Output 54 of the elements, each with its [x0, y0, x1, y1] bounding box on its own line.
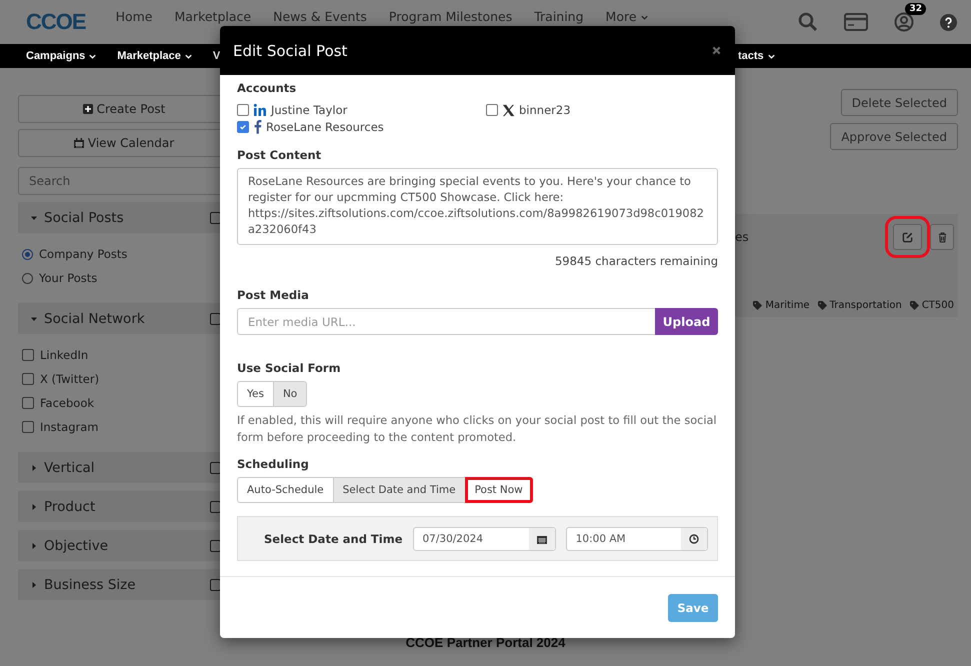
field-label: Accounts — [237, 81, 298, 95]
schedule-option-button[interactable]: Post Now — [464, 477, 533, 503]
subnav-link[interactable]: Campaigns — [26, 50, 98, 62]
save-button[interactable]: Save — [668, 594, 718, 622]
logo[interactable]: CCOE — [26, 9, 86, 35]
character-counter: 59845 characters remaining — [554, 254, 718, 268]
nav-link[interactable]: Home — [116, 10, 152, 24]
action-button[interactable]: Delete Selected — [840, 89, 958, 116]
field-label: Post Media — [237, 288, 310, 302]
time-field[interactable]: 10:00 AM — [566, 526, 708, 550]
field-label: Select Date and Time — [264, 532, 402, 546]
notification-badge: 32 — [905, 3, 926, 15]
section-title: Social Posts — [44, 210, 124, 226]
toggle-button[interactable]: No — [272, 381, 308, 407]
nav-link[interactable]: Program Milestones — [388, 10, 512, 24]
schedule-option-button[interactable]: Select Date and Time — [332, 477, 466, 503]
toggle-button[interactable]: Yes — [237, 381, 274, 407]
section-title: Objective — [44, 538, 108, 554]
option-label: Facebook — [40, 396, 94, 410]
subnav-link[interactable]: Marketplace — [117, 50, 193, 62]
nav-link[interactable]: More — [606, 10, 649, 24]
account-name: binner23 — [519, 103, 571, 117]
action-button[interactable]: Approve Selected — [830, 123, 958, 150]
option-label: Your Posts — [39, 271, 98, 285]
media-url-field[interactable]: Enter media URL... — [237, 308, 655, 335]
nav-link[interactable]: News & Events — [273, 10, 367, 24]
section-title: Product — [44, 498, 96, 514]
tag-label: Transportation — [830, 300, 902, 311]
option-label: Company Posts — [39, 247, 128, 261]
footer-text: CCOE Partner Portal 2024 — [406, 635, 566, 650]
section-title: Business Size — [44, 576, 136, 592]
section-title: Social Network — [44, 310, 145, 326]
option-label: LinkedIn — [40, 348, 88, 362]
section-title: Vertical — [44, 460, 95, 476]
nav-link[interactable]: Training — [534, 10, 584, 24]
account-name: Justine Taylor — [271, 103, 348, 117]
schedule-option-button[interactable]: Auto-Schedule — [237, 477, 334, 503]
option-label: X (Twitter) — [40, 372, 100, 386]
dialog-title: Edit Social Post — [233, 42, 348, 60]
upload-button[interactable]: Upload — [655, 308, 718, 335]
tag-label: CT500 — [922, 300, 954, 311]
subnav-link[interactable]: V — [212, 50, 220, 62]
field-label: Scheduling — [237, 457, 310, 471]
field-label: Use Social Form — [237, 361, 342, 375]
date-field[interactable]: 07/30/2024 — [412, 526, 556, 550]
subnav-link[interactable]: tacts — [738, 50, 776, 62]
tag-label: Maritime — [765, 300, 810, 311]
option-label: Instagram — [40, 420, 99, 434]
post-title: es — [735, 230, 750, 244]
help-text: If enabled, this will require anyone who clicks on your social post to fill out the social form before proceeding to the content promoted. — [237, 413, 718, 446]
account-name: RoseLane Resources — [266, 120, 384, 134]
post-content-field[interactable]: RoseLane Resources are bringing special events to you. Here's your chance to register for our upcmming CT500 Showcase. Click here: https://sites.ziftsolutions.com/ccoe.ziftsolutions.com/8a9982619073d98c019082a232060f43 — [237, 168, 718, 245]
nav-link[interactable]: Marketplace — [174, 10, 252, 24]
field-label: Post Content — [237, 148, 322, 162]
